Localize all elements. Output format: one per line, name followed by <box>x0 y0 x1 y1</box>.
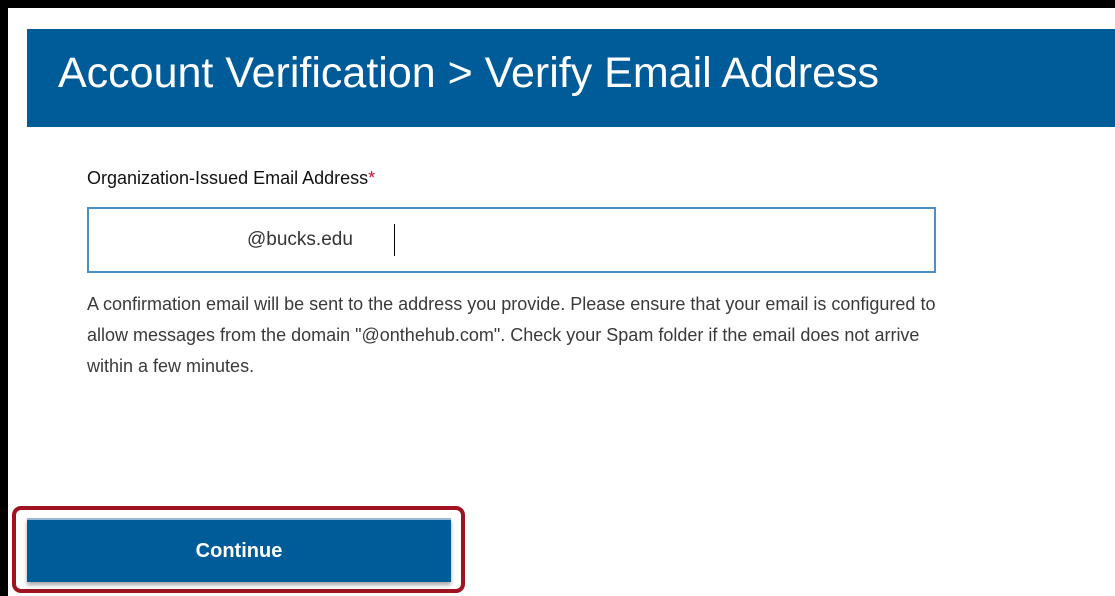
email-field-label: Organization-Issued Email Address* <box>87 166 375 190</box>
page-header: Account Verification > Verify Email Addr… <box>27 29 1115 127</box>
continue-button[interactable]: Continue <box>27 518 451 582</box>
email-label-text: Organization-Issued Email Address <box>87 168 369 188</box>
email-field[interactable] <box>87 207 936 273</box>
text-cursor <box>394 224 395 256</box>
required-marker: * <box>368 168 376 188</box>
page-title: Account Verification > Verify Email Addr… <box>58 49 879 97</box>
email-help-text: A confirmation email will be sent to the… <box>87 294 936 376</box>
